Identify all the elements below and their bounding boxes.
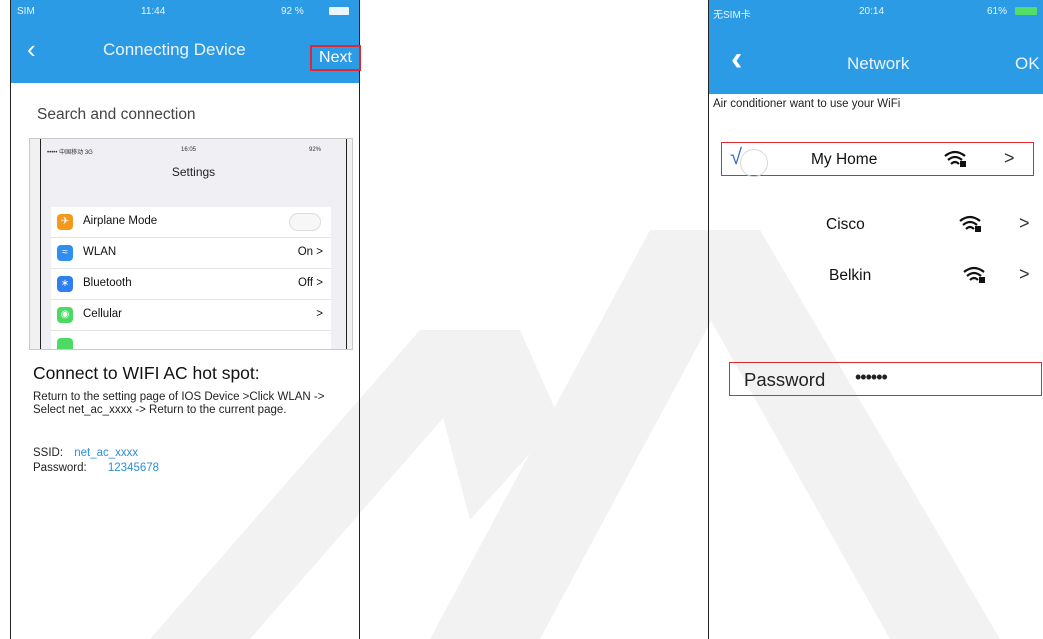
network-name: Cisco [826, 216, 865, 233]
mini-battery: 92% [309, 147, 322, 153]
instructions-text: Return to the setting page of IOS Device… [33, 391, 325, 416]
settings-row-airplane: ✈ Airplane Mode [51, 207, 331, 238]
password-label: Password [744, 369, 826, 390]
settings-row-value: On > [297, 246, 323, 258]
clock-label: 20:14 [859, 6, 885, 17]
wifi-lock-icon [959, 215, 981, 232]
settings-row-partial [51, 331, 331, 349]
battery-label: 61% [987, 6, 1008, 17]
settings-heading: Settings [171, 165, 216, 179]
hotspot-icon [57, 338, 73, 349]
hotspot-title: Connect to WIFI AC hot spot: [33, 363, 260, 383]
connecting-device-screen: SIM 11:44 92 % ‹ Connecting Device Next … [10, 0, 361, 639]
password-label: Password: [33, 462, 87, 474]
password-value: 12345678 [107, 462, 160, 474]
settings-row-label: Airplane Mode [83, 215, 158, 227]
wifi-lock-icon [963, 266, 985, 283]
wifi-lock-icon [944, 150, 966, 167]
back-icon[interactable]: ‹ [731, 40, 742, 79]
checkmark-icon: √ [730, 144, 743, 169]
mini-clock: 16:05 [181, 147, 197, 153]
check-circle-icon [740, 149, 768, 177]
next-button[interactable]: Next [310, 45, 361, 71]
nav-bar: ‹ Connecting Device [11, 18, 359, 83]
network-name: My Home [811, 151, 878, 168]
chevron-right-icon: > [1019, 264, 1030, 284]
password-input[interactable]: •••••• [855, 367, 888, 388]
ssid-line: SSID: net_ac_xxxx [33, 447, 138, 459]
page-title: Network [847, 54, 910, 73]
chevron-right-icon: > [1004, 148, 1015, 168]
chevron-right-icon: > [1019, 213, 1030, 233]
wifi-icon: ≈ [57, 245, 73, 261]
network-name: Belkin [829, 267, 872, 284]
ok-button[interactable]: OK [1015, 54, 1040, 74]
back-icon[interactable]: ‹ [27, 34, 36, 65]
password-line: Password: 12345678 [33, 462, 159, 474]
nav-bar: ‹ Network OK [709, 24, 1043, 94]
section-title: Search and connection [37, 106, 196, 123]
settings-screenshot: ••••• 中国移动 3G 16:05 92% Settings ✈ Airpl… [29, 138, 353, 350]
cellular-icon: ◉ [57, 307, 73, 323]
settings-row-wlan: ≈ WLAN On > [51, 238, 331, 269]
battery-icon [329, 7, 349, 15]
settings-row-label: Bluetooth [83, 277, 132, 289]
clock-label: 11:44 [141, 6, 166, 17]
bluetooth-icon: ∗ [57, 276, 73, 292]
carrier-label: 无SIM卡 [713, 10, 751, 21]
airplane-icon: ✈ [57, 214, 73, 230]
wifi-prompt: Air conditioner want to use your WiFi [713, 98, 901, 110]
network-screen: 无SIM卡 20:14 61% ‹ Network OK Air conditi… [708, 0, 1043, 639]
page-title: Connecting Device [103, 40, 246, 59]
network-row-myhome[interactable]: √ My Home > [721, 142, 1034, 177]
settings-row-cellular: ◉ Cellular > [51, 300, 331, 331]
battery-label: 92 % [281, 6, 304, 17]
ssid-label: SSID: [33, 447, 64, 459]
carrier-label: SIM [17, 6, 35, 17]
mini-carrier: ••••• 中国移动 3G [47, 150, 93, 156]
toggle-switch [289, 213, 321, 231]
settings-row-value: > [316, 308, 323, 320]
settings-row-bluetooth: ∗ Bluetooth Off > [51, 269, 331, 300]
network-row-belkin[interactable]: Belkin > [729, 259, 1030, 293]
password-field[interactable]: Password •••••• [729, 362, 1042, 396]
settings-row-value: Off > [297, 277, 323, 289]
network-row-cisco[interactable]: Cisco > [729, 208, 1030, 242]
ssid-value: net_ac_xxxx [74, 447, 139, 459]
settings-row-label: WLAN [83, 246, 117, 258]
settings-row-label: Cellular [83, 308, 122, 320]
status-bar: 无SIM卡 20:14 61% [709, 0, 1043, 24]
battery-icon [1015, 7, 1037, 15]
